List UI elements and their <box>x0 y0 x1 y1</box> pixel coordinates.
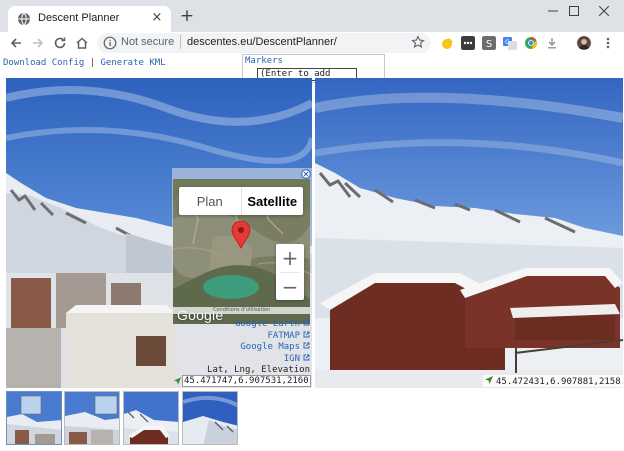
google-earth-link[interactable]: Google Earth <box>207 319 310 331</box>
browser-titlebar: Descent Planner × + <box>0 0 624 32</box>
fatmap-link[interactable]: FATMAP <box>207 331 310 343</box>
fatmap-label: FATMAP <box>267 330 300 341</box>
download-extension-icon[interactable] <box>545 36 559 50</box>
profile-avatar[interactable] <box>577 36 591 50</box>
thumbnail-2[interactable] <box>64 391 120 445</box>
thumbnail-3[interactable] <box>123 391 179 445</box>
thumbnail-image <box>65 392 119 444</box>
external-links: Google Earth FATMAP Google Maps IGN Lat,… <box>207 319 310 377</box>
map-marker-icon[interactable] <box>231 221 251 249</box>
browser-tab[interactable]: Descent Planner × <box>8 6 171 32</box>
coordinates-field[interactable]: 45.471747,6.907531,2160.5 <box>182 375 311 387</box>
info-icon[interactable] <box>103 36 117 50</box>
overlay-close-icon[interactable] <box>301 169 311 179</box>
reload-icon <box>54 37 66 49</box>
menu-kebab-icon[interactable] <box>601 36 615 50</box>
home-icon <box>76 37 88 49</box>
reload-button[interactable] <box>50 33 70 53</box>
s-extension-icon[interactable]: S <box>482 36 496 50</box>
link-separator: | <box>89 58 96 68</box>
url-text[interactable]: descentes.eu/DescentPlanner/ <box>187 36 337 48</box>
download-config-link[interactable]: Download Config <box>3 58 84 68</box>
duck-extension-icon[interactable] <box>440 36 454 50</box>
zoom-in-button[interactable]: + <box>276 244 304 272</box>
chrome-extension-icon[interactable] <box>524 36 538 50</box>
right-photo-coordinates: 45.472431,6.907881,2158.8 <box>483 375 623 387</box>
mountain-photo-right <box>315 78 623 388</box>
tab-close-icon[interactable]: × <box>149 10 165 26</box>
photo-right[interactable] <box>315 78 623 388</box>
zoom-out-button[interactable]: − <box>276 273 304 301</box>
svg-text:S: S <box>486 39 492 50</box>
translate-extension-icon[interactable]: G <box>503 36 517 50</box>
bookmark-star-icon[interactable] <box>411 35 425 49</box>
external-link-icon <box>303 342 310 349</box>
google-maps-label: Google Maps <box>240 342 300 352</box>
back-arrow-icon <box>10 38 21 48</box>
map-type-toggle: Plan Satellite <box>179 187 303 215</box>
svg-text:G: G <box>505 39 510 46</box>
security-label: Not secure <box>121 36 175 48</box>
home-button[interactable] <box>72 33 92 53</box>
satellite-map[interactable]: Plan Satellite + − Google <box>173 179 310 324</box>
thumbnail-image <box>124 392 178 444</box>
thumbnail-image <box>7 392 61 444</box>
map-tab-plan[interactable]: Plan <box>179 187 241 215</box>
top-links: Download Config | Generate KML <box>3 58 166 68</box>
back-button[interactable] <box>6 33 26 53</box>
map-tab-satellite[interactable]: Satellite <box>240 187 304 215</box>
external-link-icon <box>303 319 310 326</box>
map-overlay-panel: Plan Satellite + − Google Conditions d'u… <box>172 168 312 388</box>
thumbnail-image <box>183 392 237 444</box>
address-bar[interactable]: Not secure descentes.eu/DescentPlanner/ <box>97 33 431 53</box>
dots-extension-icon[interactable] <box>461 36 475 50</box>
location-arrow-icon <box>173 377 182 385</box>
ign-link[interactable]: IGN <box>207 354 310 366</box>
location-arrow-icon <box>485 376 493 384</box>
generate-kml-link[interactable]: Generate KML <box>101 58 166 68</box>
thumbnail-1[interactable] <box>6 391 62 445</box>
maximize-icon <box>569 6 579 16</box>
globe-icon <box>18 12 30 26</box>
map-zoom-control: + − <box>276 244 304 300</box>
right-coordinates-text: 45.472431,6.907881,2158.8 <box>496 377 623 387</box>
external-link-icon <box>303 331 310 337</box>
tab-title: Descent Planner <box>38 12 120 24</box>
ign-label: IGN <box>283 353 300 364</box>
close-window-button[interactable] <box>584 0 624 22</box>
forward-button[interactable] <box>28 33 48 53</box>
omnibox-divider <box>180 35 181 49</box>
google-earth-label: Google Earth <box>234 319 300 329</box>
google-maps-link[interactable]: Google Maps <box>207 342 310 354</box>
new-tab-button[interactable]: + <box>178 7 196 25</box>
external-link-icon <box>303 354 310 360</box>
browser-toolbar: Not secure descentes.eu/DescentPlanner/ … <box>0 32 624 54</box>
forward-arrow-icon <box>33 38 44 48</box>
markers-title: Markers <box>245 56 283 66</box>
close-icon <box>599 6 609 16</box>
map-terms[interactable]: Conditions d'utilisation <box>173 307 310 314</box>
thumbnail-4[interactable] <box>182 391 238 445</box>
